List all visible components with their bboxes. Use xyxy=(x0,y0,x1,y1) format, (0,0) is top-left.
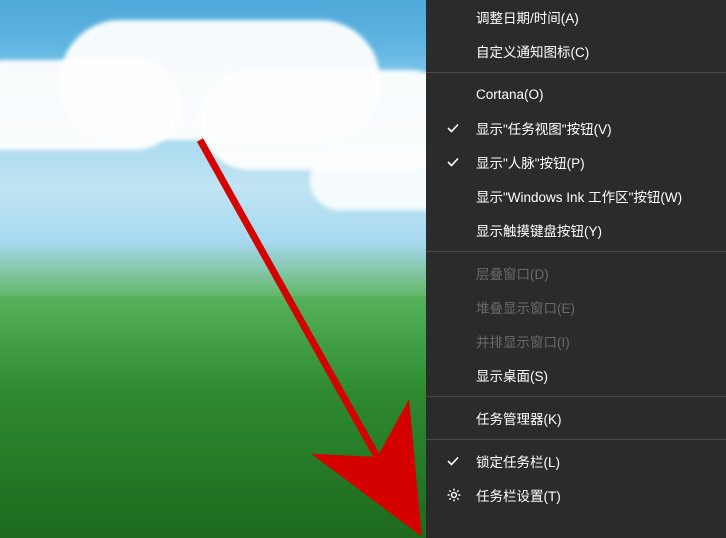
menu-item-label: 调整日期/时间(A) xyxy=(476,7,579,27)
menu-item-customize-notify-icons[interactable]: 自定义通知图标(C) xyxy=(426,34,726,68)
screenshot-root: 调整日期/时间(A) 自定义通知图标(C) Cortana(O) 显示"任务视图… xyxy=(0,0,726,538)
menu-item-label: 并排显示窗口(I) xyxy=(476,331,570,351)
check-icon xyxy=(446,454,460,468)
menu-item-label: 显示"任务视图"按钮(V) xyxy=(476,118,612,138)
check-icon xyxy=(446,155,460,169)
desktop-wallpaper xyxy=(0,0,426,538)
menu-item-label: 显示桌面(S) xyxy=(476,365,548,385)
menu-item-cortana[interactable]: Cortana(O) xyxy=(426,77,726,111)
menu-item-adjust-datetime[interactable]: 调整日期/时间(A) xyxy=(426,0,726,34)
menu-separator xyxy=(426,251,726,252)
menu-item-label: 层叠窗口(D) xyxy=(476,263,549,283)
menu-separator xyxy=(426,396,726,397)
cloud-decoration xyxy=(310,150,426,210)
cloud-decoration xyxy=(0,60,180,150)
menu-item-taskbar-settings[interactable]: 任务栏设置(T) xyxy=(426,478,726,512)
check-icon xyxy=(446,121,460,135)
menu-item-label: 堆叠显示窗口(E) xyxy=(476,297,575,317)
menu-item-show-taskview-btn[interactable]: 显示"任务视图"按钮(V) xyxy=(426,111,726,145)
menu-item-show-people-btn[interactable]: 显示"人脉"按钮(P) xyxy=(426,145,726,179)
menu-item-lock-taskbar[interactable]: 锁定任务栏(L) xyxy=(426,444,726,478)
menu-item-cascade-windows: 层叠窗口(D) xyxy=(426,256,726,290)
menu-item-label: 显示触摸键盘按钮(Y) xyxy=(476,220,602,240)
menu-separator xyxy=(426,72,726,73)
menu-item-label: 任务管理器(K) xyxy=(476,408,562,428)
menu-item-task-manager[interactable]: 任务管理器(K) xyxy=(426,401,726,435)
menu-item-show-desktop[interactable]: 显示桌面(S) xyxy=(426,358,726,392)
menu-item-label: 锁定任务栏(L) xyxy=(476,451,560,471)
menu-item-stack-windows: 堆叠显示窗口(E) xyxy=(426,290,726,324)
menu-separator xyxy=(426,439,726,440)
menu-item-show-ink-workspace-btn[interactable]: 显示"Windows Ink 工作区"按钮(W) xyxy=(426,179,726,213)
menu-item-label: 显示"Windows Ink 工作区"按钮(W) xyxy=(476,186,682,206)
menu-item-side-by-side: 并排显示窗口(I) xyxy=(426,324,726,358)
menu-item-label: 任务栏设置(T) xyxy=(476,485,561,505)
gear-icon xyxy=(446,487,462,503)
taskbar-context-menu: 调整日期/时间(A) 自定义通知图标(C) Cortana(O) 显示"任务视图… xyxy=(426,0,726,538)
menu-item-show-touch-keyboard-btn[interactable]: 显示触摸键盘按钮(Y) xyxy=(426,213,726,247)
menu-item-label: 显示"人脉"按钮(P) xyxy=(476,152,585,172)
grass-decoration xyxy=(0,296,426,538)
menu-item-label: Cortana(O) xyxy=(476,87,544,102)
menu-item-label: 自定义通知图标(C) xyxy=(476,41,589,61)
